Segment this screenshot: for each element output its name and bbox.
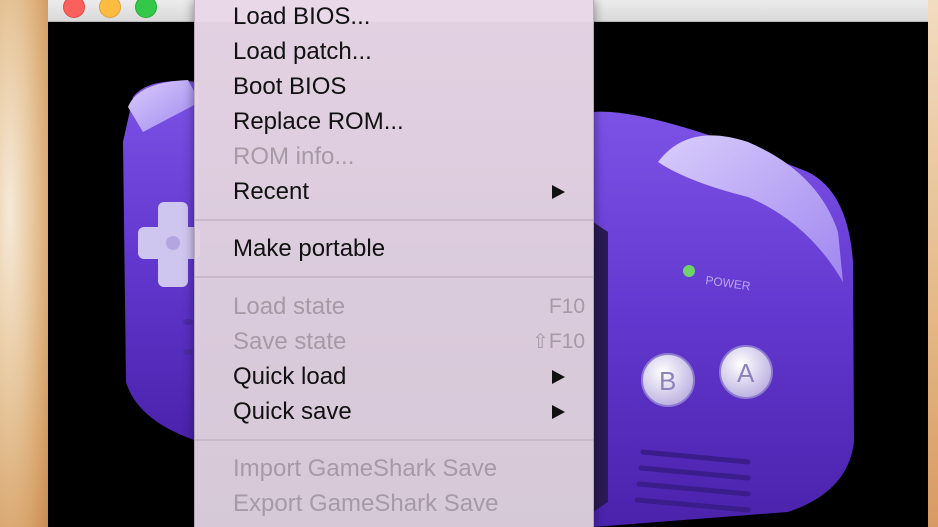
menu-item-recent[interactable]: Recent [195, 174, 593, 209]
menu-item-label: ROM info... [233, 143, 355, 170]
menu-separator [195, 276, 593, 278]
menu-item-rom-info: ROM info... [195, 139, 593, 174]
file-dropdown-menu: Load BIOS... Load patch... Boot BIOS Rep… [194, 0, 594, 527]
console-right-half: POWER B A [593, 111, 854, 527]
button-b: B [641, 353, 695, 407]
menu-item-save-state: Save state ⇧F10 [195, 324, 593, 359]
menu-item-replace-rom[interactable]: Replace ROM... [195, 104, 593, 139]
menu-item-export-gameshark-save: Export GameShark Save [195, 486, 593, 521]
shortcut-label: F10 [548, 295, 585, 318]
menu-item-label: Load state [233, 293, 346, 320]
menu-item-label: Load patch... [233, 38, 372, 65]
button-a: A [719, 345, 773, 399]
menu-item-quick-save[interactable]: Quick save [195, 394, 593, 429]
shift-key-icon: ⇧ [532, 331, 549, 353]
menu-item-label: Recent [233, 178, 310, 205]
menu-item-label: Quick save [233, 398, 352, 425]
close-button[interactable] [63, 0, 85, 18]
submenu-arrow-icon [552, 370, 565, 384]
minimize-button[interactable] [99, 0, 121, 18]
svg-text:A: A [737, 358, 755, 388]
menu-item-label: Load BIOS... [233, 3, 371, 30]
desktop-wallpaper-right [928, 0, 938, 527]
desktop-wallpaper-left [0, 0, 48, 527]
submenu-arrow-icon [552, 185, 565, 199]
svg-text:B: B [659, 366, 676, 396]
menu-item-load-patch[interactable]: Load patch... [195, 34, 593, 69]
menu-item-make-portable[interactable]: Make portable [195, 231, 593, 266]
menu-item-label: Quick load [233, 363, 347, 390]
menu-item-label: Make portable [233, 235, 386, 262]
power-led-icon [683, 265, 695, 277]
menu-item-boot-bios[interactable]: Boot BIOS [195, 69, 593, 104]
menu-item-label: Replace ROM... [233, 108, 404, 135]
console-left-half [123, 80, 200, 442]
submenu-arrow-icon [552, 405, 565, 419]
menu-item-label: Export GameShark Save [233, 490, 499, 517]
menu-item-import-gameshark-save: Import GameShark Save [195, 451, 593, 486]
shortcut-label: ⇧F10 [532, 324, 585, 360]
menu-separator [195, 219, 593, 221]
menu-item-load-state: Load state F10 [195, 289, 593, 324]
menu-item-label: Save state [233, 328, 347, 355]
menu-separator [195, 439, 593, 441]
menu-item-label: Import GameShark Save [233, 455, 498, 482]
shortcut-key: F10 [548, 330, 585, 353]
menu-item-load-bios[interactable]: Load BIOS... [195, 0, 593, 34]
menu-item-label: Boot BIOS [233, 73, 347, 100]
maximize-button[interactable] [135, 0, 157, 18]
menu-item-quick-load[interactable]: Quick load [195, 359, 593, 394]
